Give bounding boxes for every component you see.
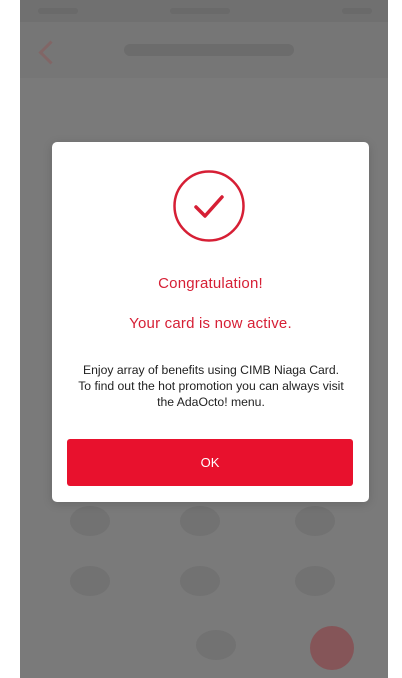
activation-success-dialog: Congratulation! Your card is now active.… (52, 142, 369, 502)
background-icon (196, 630, 236, 660)
background-icon (295, 566, 335, 596)
dialog-subtitle: Your card is now active. (129, 315, 292, 332)
background-fab (310, 626, 354, 670)
background-title-placeholder (124, 44, 294, 56)
background-icon (70, 566, 110, 596)
background-icon (180, 506, 220, 536)
background-icon (295, 506, 335, 536)
dialog-message: Enjoy array of benefits using CIMB Niaga… (78, 363, 344, 409)
dialog-title: Congratulation! (158, 275, 263, 292)
check-circle-icon (173, 170, 245, 242)
background-icon (180, 566, 220, 596)
ok-button[interactable]: OK (67, 439, 353, 486)
status-bar (20, 0, 388, 22)
background-icon (70, 506, 110, 536)
